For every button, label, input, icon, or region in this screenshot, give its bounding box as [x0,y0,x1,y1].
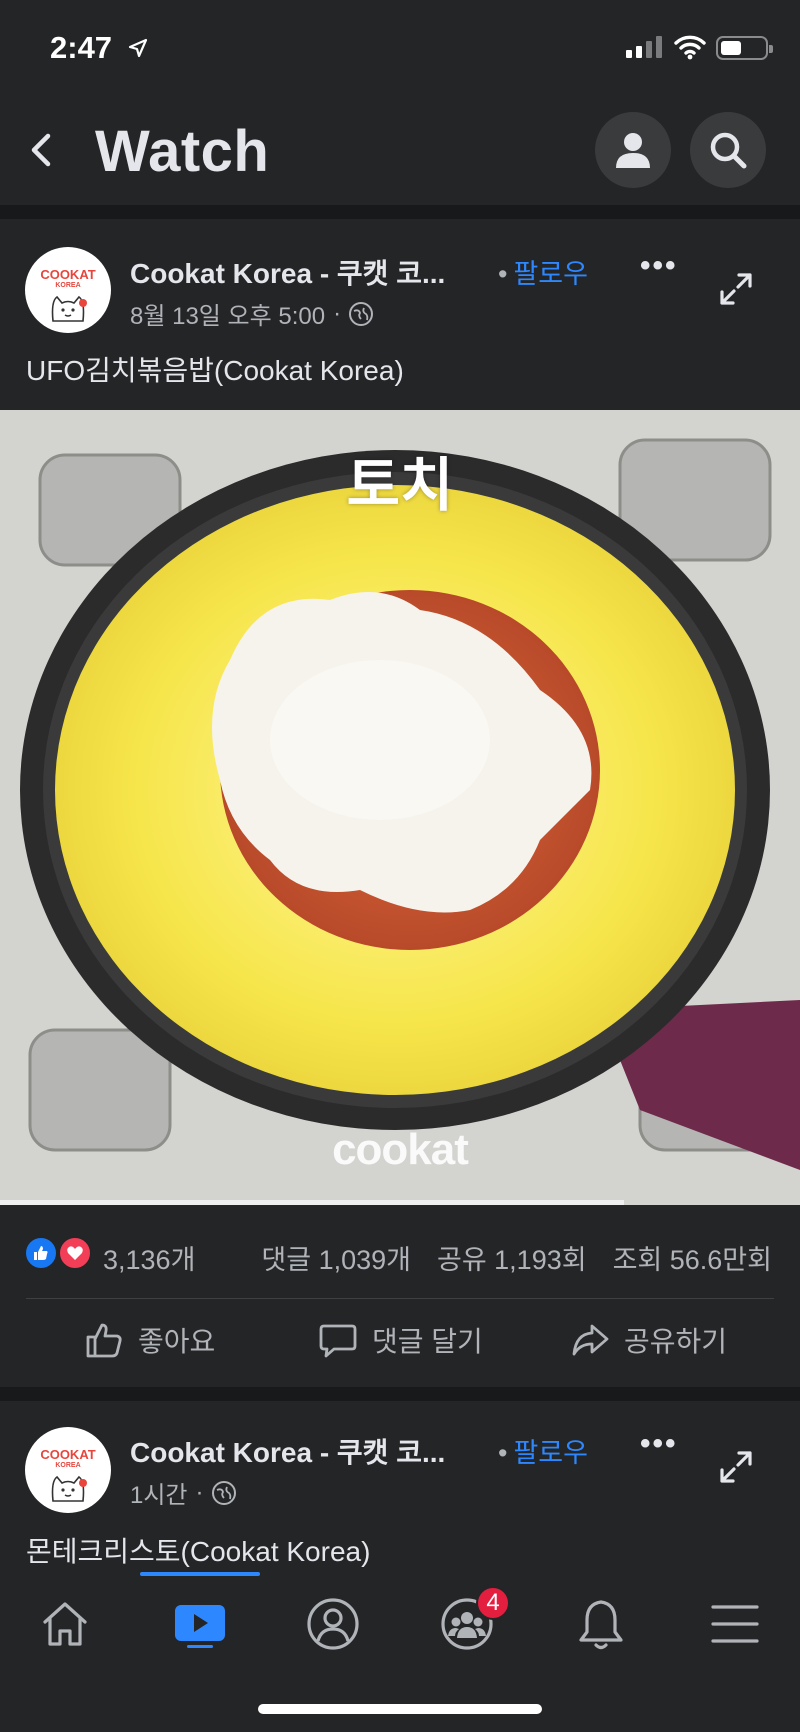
active-tab-indicator [140,1572,260,1576]
like-button[interactable]: 좋아요 [84,1320,215,1360]
groups-notification-badge: 4 [476,1586,510,1620]
profile-button[interactable] [595,112,671,188]
comment-count[interactable]: 댓글 1,039개 [261,1238,411,1277]
tab-watch[interactable] [155,1584,245,1664]
tab-menu[interactable] [690,1584,780,1664]
more-options-icon[interactable]: ••• [640,1427,678,1461]
share-icon [572,1324,609,1356]
profile-icon [307,1598,359,1650]
cat-mascot-icon [51,295,87,322]
page-title: Watch [95,119,270,184]
globe-icon [349,301,374,326]
divider [26,1298,774,1299]
follow-button[interactable]: • 팔로우 [498,252,588,291]
person-icon [616,133,650,168]
post-timestamp: 8월 13일 오후 5:00 [130,303,326,330]
location-arrow-icon [128,38,148,58]
expand-icon[interactable] [718,1449,754,1485]
cat-mascot-icon [51,1475,87,1502]
view-count: 조회 56.6만회 [612,1245,772,1275]
post-caption: 몬테크리스토(Cookat Korea) [26,1536,371,1567]
wifi-icon [674,35,706,60]
header: Watch [0,100,800,205]
globe-icon [211,1480,236,1505]
cellular-signal-icon [626,36,662,58]
video-watermark: cookat [332,1125,469,1174]
video-frame [0,410,800,1205]
section-divider [0,1387,800,1401]
post-actions: 좋아요 댓글 달기 공유하기 [0,1312,800,1372]
video-progress-bar[interactable] [0,1200,624,1205]
home-icon [43,1602,87,1646]
video-subtitle: 토치 [346,453,454,518]
love-reaction-icon [58,1236,92,1270]
like-reaction-icon [24,1236,58,1270]
page-name-link[interactable]: Cookat Korea - 쿠캣 코... [130,1431,445,1471]
search-button[interactable] [690,112,766,188]
hamburger-menu-icon [711,1605,759,1643]
follow-button[interactable]: • 팔로우 [498,1431,588,1470]
reaction-count[interactable]: 3,136개 [103,1238,195,1277]
more-options-icon[interactable]: ••• [640,249,678,283]
comment-icon [319,1324,357,1358]
status-bar: 2:47 [0,0,800,100]
post-meta: 1시간 · [130,1475,236,1510]
avatar[interactable]: COOKAT KOREA [25,1427,111,1513]
tab-profile[interactable] [288,1584,378,1664]
tab-home[interactable] [20,1584,110,1664]
tab-notifications[interactable] [556,1584,646,1664]
avatar[interactable]: COOKAT KOREA [25,247,111,333]
expand-icon[interactable] [718,271,754,307]
bell-icon [579,1600,623,1650]
search-icon [710,132,747,169]
thumbs-up-icon [86,1323,122,1358]
section-divider [0,205,800,219]
share-button[interactable]: 공유하기 [570,1320,727,1360]
watch-video-icon [175,1605,225,1648]
page-name-link[interactable]: Cookat Korea - 쿠캣 코... [130,252,445,292]
engagement-row: 3,136개 댓글 1,039개 공유 1,193회 조회 56.6만회 [0,1232,800,1276]
video-post: COOKAT KOREA Cookat Korea - 쿠캣 코... • 팔로우… [0,1401,800,1572]
post-timestamp: 1시간 [130,1482,188,1509]
status-time: 2:47 [50,30,113,65]
share-count[interactable]: 공유 1,193회 [437,1238,587,1277]
battery-icon [716,36,773,60]
comment-button[interactable]: 댓글 달기 [318,1320,483,1360]
post-caption: UFO김치볶음밥(Cookat Korea) [26,355,404,386]
tab-groups[interactable]: 4 [422,1584,512,1664]
post-meta: 8월 13일 오후 5:00 · [130,296,374,331]
home-indicator[interactable] [258,1704,542,1714]
back-arrow-icon[interactable] [22,130,62,170]
video-player[interactable]: 토치 cookat [0,410,800,1205]
